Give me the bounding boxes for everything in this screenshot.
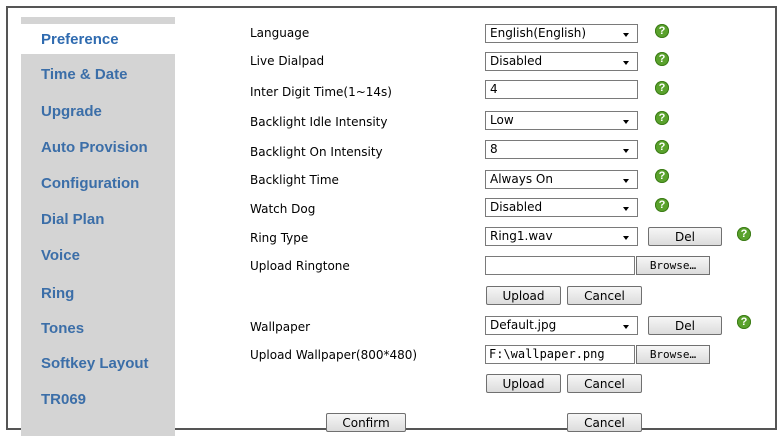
help-icon[interactable]: ? [655, 52, 669, 66]
language-value: English(English) [490, 26, 587, 40]
wallpaper-select[interactable]: Default.jpg [485, 316, 638, 335]
watch-dog-label: Watch Dog [250, 202, 316, 216]
chevron-down-icon [623, 325, 629, 329]
backlight-time-label: Backlight Time [250, 173, 339, 187]
wallpaper-cancel-button[interactable]: Cancel [567, 374, 642, 393]
confirm-button[interactable]: Confirm [326, 413, 406, 432]
ringtone-browse-button[interactable]: Browse… [636, 256, 710, 275]
inter-digit-time-label: Inter Digit Time(1~14s) [250, 85, 392, 99]
watch-dog-select[interactable]: Disabled [485, 198, 638, 217]
wallpaper-upload-button[interactable]: Upload [486, 374, 561, 393]
backlight-idle-label: Backlight Idle Intensity [250, 115, 388, 129]
live-dialpad-value: Disabled [490, 54, 543, 68]
language-select[interactable]: English(English) [485, 24, 638, 43]
chevron-down-icon [623, 33, 629, 37]
sidebar-item-softkey-layout[interactable]: Softkey Layout [21, 348, 175, 378]
wallpaper-label: Wallpaper [250, 320, 311, 334]
backlight-idle-select[interactable]: Low [485, 111, 638, 130]
help-icon[interactable]: ? [737, 227, 751, 241]
chevron-down-icon [623, 61, 629, 65]
watch-dog-value: Disabled [490, 200, 543, 214]
chevron-down-icon [623, 179, 629, 183]
backlight-on-value: 8 [490, 142, 498, 156]
help-icon[interactable]: ? [655, 24, 669, 38]
chevron-down-icon [623, 236, 629, 240]
ringtone-cancel-button[interactable]: Cancel [567, 286, 642, 305]
upload-ringtone-label: Upload Ringtone [250, 259, 350, 273]
sidebar-item-voice[interactable]: Voice [21, 240, 175, 270]
language-label: Language [250, 26, 310, 40]
sidebar-item-dial-plan[interactable]: Dial Plan [21, 204, 175, 234]
wallpaper-value: Default.jpg [490, 318, 557, 332]
sidebar-item-time-date[interactable]: Time & Date [21, 59, 175, 89]
upload-wallpaper-label: Upload Wallpaper(800*480) [250, 348, 418, 362]
backlight-on-select[interactable]: 8 [485, 140, 638, 159]
chevron-down-icon [623, 149, 629, 153]
chevron-down-icon [623, 120, 629, 124]
chevron-down-icon [623, 207, 629, 211]
help-icon[interactable]: ? [737, 315, 751, 329]
footer-cancel-button[interactable]: Cancel [567, 413, 642, 432]
ringtone-upload-button[interactable]: Upload [486, 286, 561, 305]
ring-type-select[interactable]: Ring1.wav [485, 227, 638, 246]
wallpaper-delete-button[interactable]: Del [648, 316, 722, 335]
help-icon[interactable]: ? [655, 111, 669, 125]
backlight-on-label: Backlight On Intensity [250, 145, 383, 159]
ringtone-file-input[interactable] [485, 256, 635, 275]
sidebar-item-tones[interactable]: Tones [21, 313, 175, 343]
sidebar-item-preference[interactable]: Preference [21, 24, 175, 54]
backlight-time-value: Always On [490, 172, 553, 186]
help-icon[interactable]: ? [655, 140, 669, 154]
sidebar-item-ring[interactable]: Ring [21, 278, 175, 308]
sidebar: Preference Time & Date Upgrade Auto Prov… [21, 17, 175, 436]
sidebar-item-upgrade[interactable]: Upgrade [21, 96, 175, 126]
live-dialpad-label: Live Dialpad [250, 54, 325, 68]
help-icon[interactable]: ? [655, 198, 669, 212]
sidebar-item-auto-provision[interactable]: Auto Provision [21, 132, 175, 162]
live-dialpad-select[interactable]: Disabled [485, 52, 638, 71]
wallpaper-file-input[interactable]: F:\wallpaper.png [485, 345, 635, 364]
inter-digit-time-input[interactable]: 4 [485, 80, 638, 99]
backlight-idle-value: Low [490, 113, 514, 127]
sidebar-item-tr069[interactable]: TR069 [21, 384, 175, 414]
help-icon[interactable]: ? [655, 169, 669, 183]
ring-delete-button[interactable]: Del [648, 227, 722, 246]
help-icon[interactable]: ? [655, 81, 669, 95]
ring-type-label: Ring Type [250, 231, 309, 245]
backlight-time-select[interactable]: Always On [485, 170, 638, 189]
wallpaper-browse-button[interactable]: Browse… [636, 345, 710, 364]
sidebar-item-configuration[interactable]: Configuration [21, 168, 175, 198]
ring-type-value: Ring1.wav [490, 229, 553, 243]
